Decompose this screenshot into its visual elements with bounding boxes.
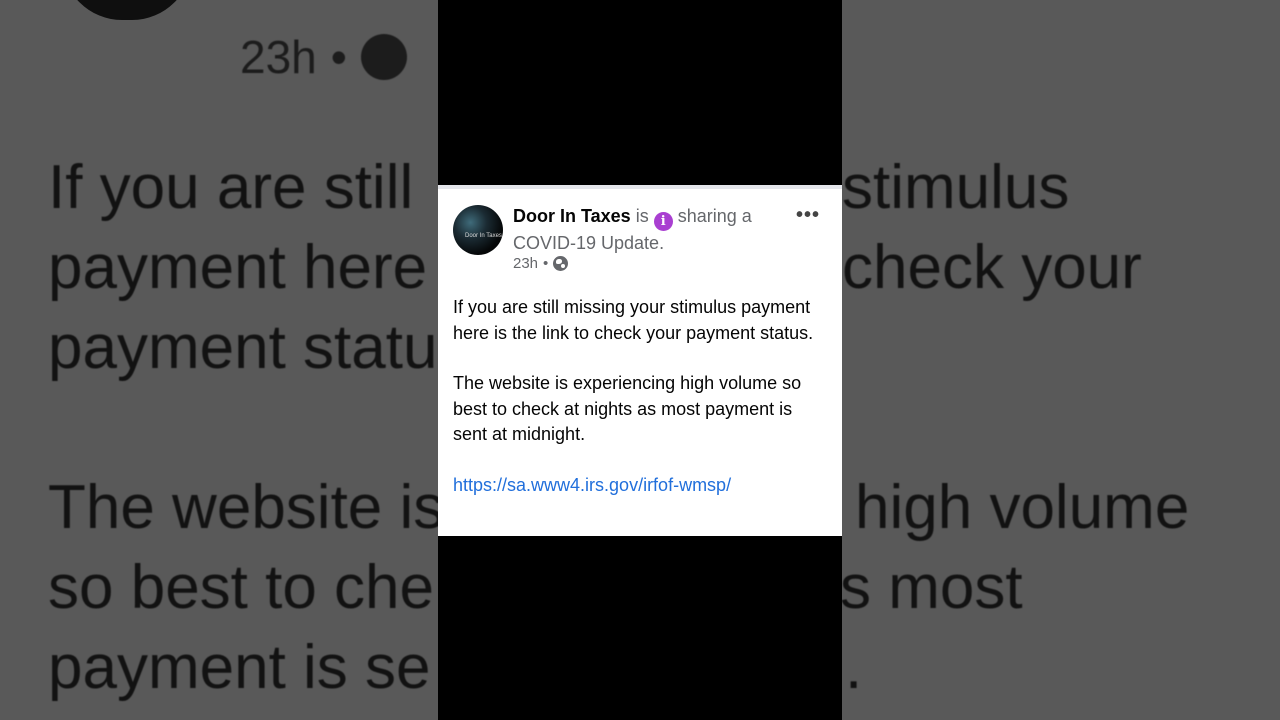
background-line: check your	[842, 233, 1142, 302]
background-line: s most	[840, 553, 1023, 622]
background-paragraph-2-right: high volume s most .	[840, 468, 1190, 708]
globe-icon	[553, 256, 569, 271]
activity-text: sharing a	[677, 206, 752, 226]
post-meta: 23h •	[513, 255, 569, 272]
avatar[interactable]: Door In Taxes	[453, 205, 503, 255]
post-card: Door In Taxes Door In Taxes is i sharing…	[438, 185, 842, 536]
post-paragraph: The website is experiencing high volume …	[453, 373, 802, 444]
post-link[interactable]: https://sa.www4.irs.gov/irfof-wmsp/	[453, 475, 731, 495]
background-line: payment statu	[48, 313, 438, 382]
background-line: high volume	[855, 473, 1190, 542]
author-name[interactable]: Door In Taxes	[513, 206, 631, 226]
background-line: payment here	[48, 233, 428, 302]
background-meta: 23h •	[240, 30, 407, 84]
background-avatar	[62, 0, 192, 20]
verb-text: is	[635, 206, 649, 226]
background-line: so best to che	[48, 553, 435, 622]
background-globe-icon	[360, 34, 407, 80]
meta-separator: •	[543, 255, 549, 272]
background-line: payment is se	[48, 633, 431, 702]
post-time[interactable]: 23h	[513, 255, 538, 272]
background-time: 23h	[240, 31, 317, 83]
more-options-button[interactable]: •••	[796, 205, 820, 225]
info-icon: i	[653, 212, 673, 231]
post-paragraph: If you are still missing your stimulus p…	[453, 297, 814, 343]
background-paragraph-1: If you are still payment here payment st…	[48, 148, 437, 388]
activity-text-line2[interactable]: COVID-19 Update.	[513, 233, 664, 253]
background-line: stimulus	[842, 153, 1070, 222]
background-paragraph-2: The website is so best to che payment is…	[48, 468, 444, 708]
post-body: If you are still missing your stimulus p…	[453, 295, 828, 498]
post-header: Door In Taxes is i sharing a COVID-19 Up…	[513, 204, 783, 255]
avatar-label: Door In Taxes	[465, 233, 502, 239]
background-line: The website is	[48, 473, 445, 542]
background-line: If you are still	[48, 153, 414, 222]
background-paragraph-1-right: stimulus check your	[842, 148, 1142, 308]
background-line: .	[845, 633, 863, 702]
background-dot: •	[330, 31, 347, 83]
